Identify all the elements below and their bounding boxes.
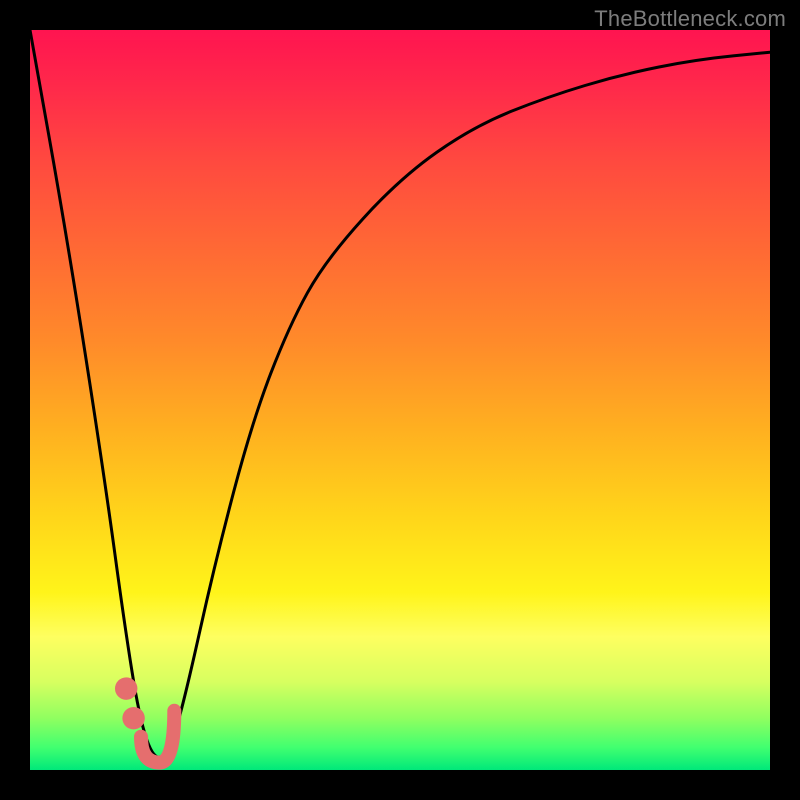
- optimal-hook: [141, 711, 174, 763]
- dot-lower: [122, 707, 144, 729]
- bottleneck-curve: [30, 30, 770, 757]
- optimal-marker: [115, 677, 174, 762]
- outer-frame: TheBottleneck.com: [0, 0, 800, 800]
- chart-overlay: [30, 30, 770, 770]
- dot-upper: [115, 677, 137, 699]
- watermark-text: TheBottleneck.com: [594, 6, 786, 32]
- plot-area: [30, 30, 770, 770]
